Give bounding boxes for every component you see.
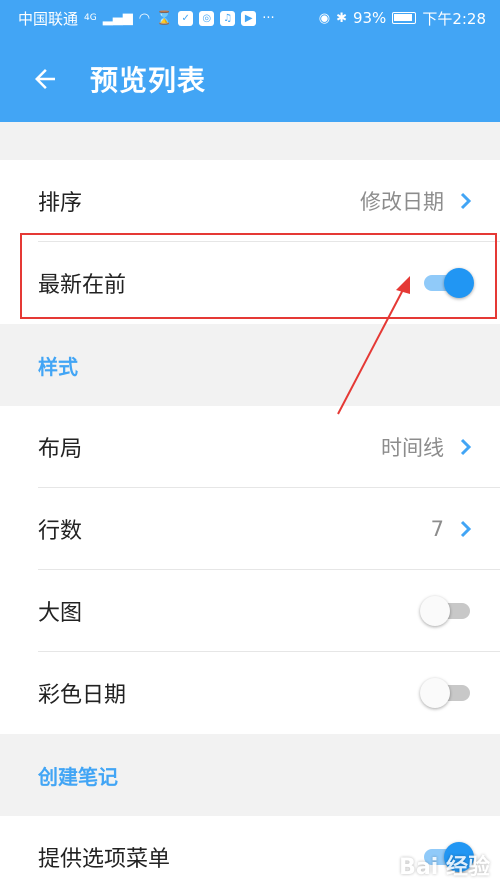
status-time: 下午2:28 <box>422 9 486 28</box>
top-spacer <box>0 122 500 160</box>
section-header-style: 样式 <box>0 324 500 406</box>
toggle-knob <box>420 596 450 626</box>
sort-value: 修改日期 <box>360 190 444 214</box>
options-menu-label: 提供选项菜单 <box>38 847 171 872</box>
newest-first-label: 最新在前 <box>38 273 127 298</box>
large-image-label: 大图 <box>38 601 83 626</box>
newest-first-toggle[interactable] <box>420 268 474 298</box>
line-count-label: 行数 <box>38 519 83 544</box>
play-icon: ▶ <box>241 10 257 26</box>
layout-label: 布局 <box>38 437 83 462</box>
page-title: 预览列表 <box>90 64 207 97</box>
back-button[interactable] <box>0 36 90 122</box>
layout-row[interactable]: 布局 时间线 <box>0 406 500 488</box>
hourglass-icon: ⌛ <box>156 10 173 26</box>
large-image-row[interactable]: 大图 <box>0 570 500 652</box>
color-date-label: 彩色日期 <box>38 683 127 708</box>
settings-list: 排序 修改日期 最新在前 样式 布局 时间线 行数 7 大图 彩色日期 创建笔记… <box>0 122 500 889</box>
layout-value: 时间线 <box>381 436 444 460</box>
newest-first-row[interactable]: 最新在前 <box>0 242 500 324</box>
arrow-left-icon <box>35 69 55 89</box>
eye-icon: ◉ <box>318 10 331 26</box>
color-date-toggle[interactable] <box>420 678 474 708</box>
signal-bars-icon: ▂▄▆ <box>102 10 133 26</box>
color-date-row[interactable]: 彩色日期 <box>0 652 500 734</box>
toggle-knob <box>420 678 450 708</box>
sort-row[interactable]: 排序 修改日期 <box>0 160 500 242</box>
toggle-knob <box>444 268 474 298</box>
carrier-label: 中国联通 <box>18 9 79 28</box>
app-icon: ◎ <box>199 10 215 26</box>
wifi-icon: ◠ <box>138 10 151 26</box>
line-count-value: 7 <box>430 517 444 541</box>
chevron-right-icon <box>460 438 472 456</box>
chevron-right-icon <box>460 192 472 210</box>
music-icon: ♫ <box>220 10 236 26</box>
large-image-toggle[interactable] <box>420 596 474 626</box>
app-icon: ✓ <box>178 10 194 26</box>
signal-icon: 4G <box>84 12 97 23</box>
bluetooth-icon: ✱ <box>336 10 347 26</box>
line-count-row[interactable]: 行数 7 <box>0 488 500 570</box>
app-bar: 预览列表 <box>0 36 500 122</box>
chevron-right-icon <box>460 520 472 538</box>
status-bar: 中国联通 4G ▂▄▆ ◠ ⌛ ✓ ◎ ♫ ▶ ··· ◉ ✱ 93% 下午2:… <box>0 0 500 36</box>
battery-icon <box>392 12 417 24</box>
watermark: Bai 经验 <box>399 855 490 880</box>
more-icon: ··· <box>262 10 275 26</box>
section-header-create-note: 创建笔记 <box>0 734 500 816</box>
sort-label: 排序 <box>38 191 83 216</box>
battery-percent: 93% <box>352 9 387 27</box>
